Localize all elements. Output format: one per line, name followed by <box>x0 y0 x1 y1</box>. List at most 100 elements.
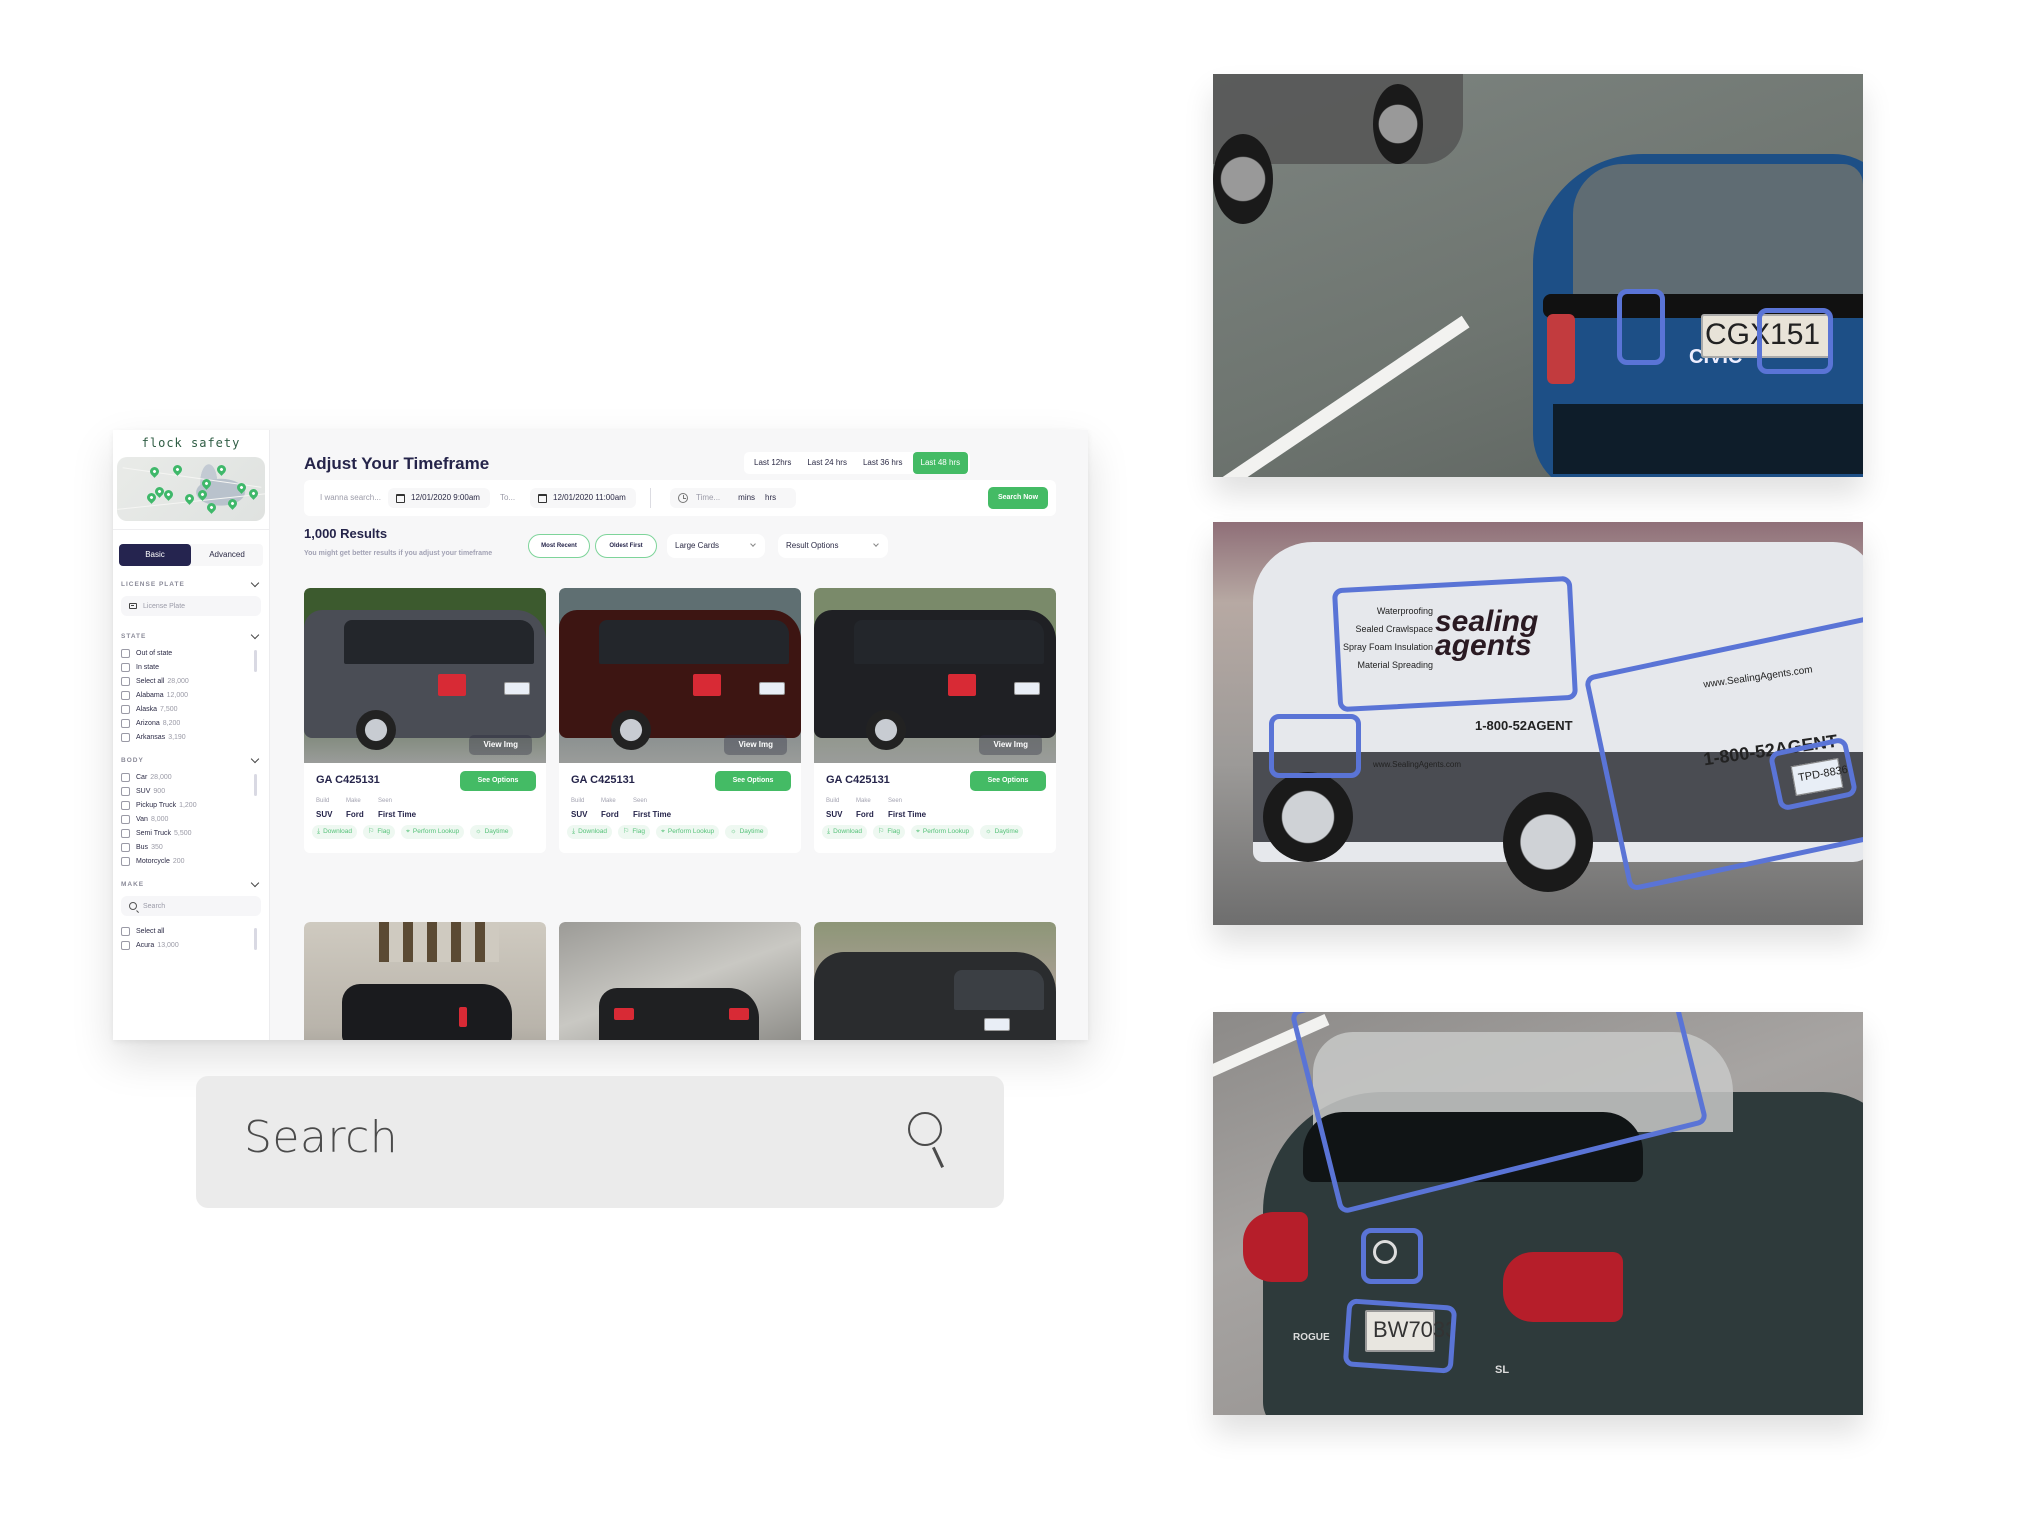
checkbox-item[interactable]: Alabama 12,000 <box>121 688 261 702</box>
see-options-button[interactable]: See Options <box>970 771 1046 791</box>
checkbox-item[interactable]: Select all 28,000 <box>121 674 261 688</box>
flag-action[interactable]: ⚐ Flag <box>873 825 905 839</box>
view-image-button[interactable]: View Img <box>979 735 1042 755</box>
license-plate-input[interactable]: License Plate <box>121 596 261 616</box>
scrollbar[interactable] <box>254 774 257 796</box>
vehicle-image[interactable]: View Img <box>559 588 801 763</box>
map-pin-icon[interactable] <box>215 463 228 476</box>
checkbox-item[interactable]: In state <box>121 660 261 674</box>
search-now-button[interactable]: Search Now <box>988 487 1048 509</box>
checkbox[interactable] <box>121 772 130 782</box>
checkbox[interactable] <box>121 842 130 852</box>
map-thumbnail[interactable] <box>117 457 265 521</box>
vehicle-image[interactable] <box>814 922 1056 1040</box>
checkbox[interactable] <box>121 856 130 866</box>
checkbox-item[interactable]: SUV 900 <box>121 784 261 798</box>
chevron-down-icon[interactable] <box>250 578 260 587</box>
checkbox-item[interactable]: Arizona 8,200 <box>121 716 261 730</box>
checkbox-item[interactable]: Acura 13,000 <box>121 938 261 952</box>
see-options-button[interactable]: See Options <box>460 771 536 791</box>
from-date-field[interactable]: 12/01/2020 9:00am <box>388 488 490 508</box>
tab-basic[interactable]: Basic <box>119 544 191 566</box>
make-search-input[interactable]: Search <box>121 896 261 916</box>
scrollbar[interactable] <box>254 928 257 950</box>
checkbox-item[interactable]: Select all <box>121 924 261 938</box>
checkbox-item[interactable]: Van 8,000 <box>121 812 261 826</box>
checkbox[interactable] <box>121 662 130 672</box>
view-image-button[interactable]: View Img <box>469 735 532 755</box>
daytime-action[interactable]: ☼ Daytime <box>980 825 1024 839</box>
result-card[interactable]: View Img GA C425131 See Options Build Ma… <box>559 588 801 853</box>
download-action[interactable]: ⤓ Download <box>312 825 358 839</box>
map-pin-icon[interactable] <box>148 465 161 478</box>
checkbox-item[interactable]: Semi Truck 5,500 <box>121 826 261 840</box>
see-options-button[interactable]: See Options <box>715 771 791 791</box>
map-pin-icon[interactable] <box>247 487 260 500</box>
perform-lookup-action[interactable]: ⌖ Perform Lookup <box>655 825 720 839</box>
checkbox[interactable] <box>121 676 130 686</box>
checkbox-item[interactable]: Bus 350 <box>121 840 261 854</box>
map-pin-icon[interactable] <box>205 501 218 514</box>
checkbox[interactable] <box>121 704 130 714</box>
flag-action[interactable]: ⚐ Flag <box>363 825 395 839</box>
view-image-button[interactable]: View Img <box>724 735 787 755</box>
checkbox-item[interactable]: Arkansas 3,190 <box>121 730 261 744</box>
unit-hrs[interactable]: hrs <box>765 488 776 508</box>
vehicle-image[interactable]: View Img <box>814 588 1056 763</box>
checkbox[interactable] <box>121 940 130 950</box>
range-last-12hrs[interactable]: Last 12hrs <box>746 452 799 474</box>
checkbox-item[interactable]: Alaska 7,500 <box>121 702 261 716</box>
map-pin-icon[interactable] <box>226 497 239 510</box>
checkbox[interactable] <box>121 648 130 658</box>
sort-most-recent-button[interactable]: Most Recent <box>528 534 590 558</box>
result-card[interactable] <box>814 922 1056 1040</box>
checkbox[interactable] <box>121 718 130 728</box>
map-pin-icon[interactable] <box>183 492 196 505</box>
checkbox-item[interactable]: Car 28,000 <box>121 770 261 784</box>
download-action[interactable]: ⤓ Download <box>567 825 613 839</box>
card-size-dropdown[interactable]: Large Cards <box>667 534 765 558</box>
license-plate-section-header[interactable]: LICENSE PLATE <box>121 578 261 590</box>
checkbox[interactable] <box>121 690 130 700</box>
daytime-action[interactable]: ☼ Daytime <box>470 825 514 839</box>
vehicle-image[interactable] <box>304 922 546 1040</box>
checkbox-item[interactable]: Pickup Truck 1,200 <box>121 798 261 812</box>
chevron-down-icon[interactable] <box>250 878 260 887</box>
chevron-down-icon[interactable] <box>250 754 260 763</box>
daytime-action[interactable]: ☼ Daytime <box>725 825 769 839</box>
result-card[interactable] <box>304 922 546 1040</box>
keyword-search-input[interactable]: I wanna search... <box>320 488 381 508</box>
checkbox[interactable] <box>121 926 130 936</box>
range-last-48hrs[interactable]: Last 48 hrs <box>912 452 969 474</box>
unit-mins[interactable]: mins <box>738 488 755 508</box>
tab-advanced[interactable]: Advanced <box>191 544 263 566</box>
checkbox[interactable] <box>121 786 130 796</box>
sort-oldest-first-button[interactable]: Oldest First <box>595 534 657 558</box>
perform-lookup-action[interactable]: ⌖ Perform Lookup <box>400 825 465 839</box>
body-section-header[interactable]: BODY <box>121 754 261 766</box>
result-card[interactable]: View Img GA C425131 See Options Build Ma… <box>304 588 546 853</box>
make-section-header[interactable]: MAKE <box>121 878 261 890</box>
checkbox-item[interactable]: Motorcycle 200 <box>121 854 261 868</box>
range-last-36hrs[interactable]: Last 36 hrs <box>855 452 911 474</box>
range-last-24hrs[interactable]: Last 24 hrs <box>799 452 855 474</box>
chevron-down-icon[interactable] <box>250 630 260 639</box>
to-date-field[interactable]: 12/01/2020 11:00am <box>530 488 636 508</box>
result-card[interactable]: View Img GA C425131 See Options Build Ma… <box>814 588 1056 853</box>
checkbox[interactable] <box>121 828 130 838</box>
checkbox-item[interactable]: Out of state <box>121 646 261 660</box>
scrollbar[interactable] <box>254 650 257 672</box>
checkbox[interactable] <box>121 732 130 742</box>
checkbox[interactable] <box>121 800 130 810</box>
flag-action[interactable]: ⚐ Flag <box>618 825 650 839</box>
result-options-dropdown[interactable]: Result Options <box>778 534 888 558</box>
search-icon[interactable] <box>908 1112 942 1146</box>
vehicle-image[interactable] <box>559 922 801 1040</box>
result-card[interactable] <box>559 922 801 1040</box>
state-section-header[interactable]: STATE <box>121 630 261 642</box>
perform-lookup-action[interactable]: ⌖ Perform Lookup <box>910 825 975 839</box>
search-bar[interactable]: Search <box>196 1076 1004 1208</box>
vehicle-image[interactable]: View Img <box>304 588 546 763</box>
time-duration-field[interactable]: Time... mins hrs <box>670 488 796 508</box>
download-action[interactable]: ⤓ Download <box>822 825 868 839</box>
